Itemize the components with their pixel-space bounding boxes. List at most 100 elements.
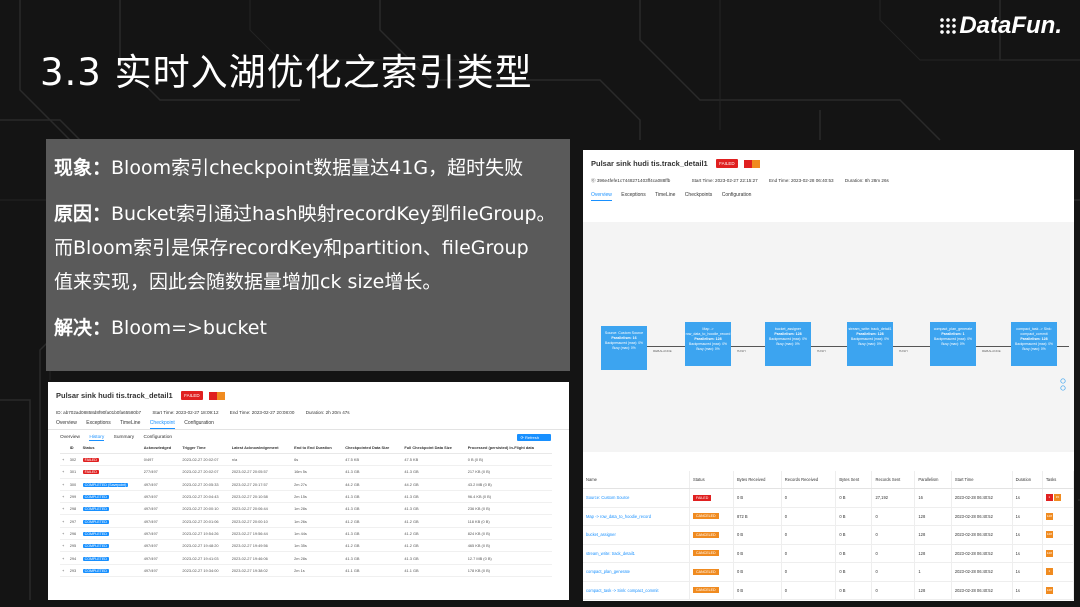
vertex-row[interactable]: compact_task -> Sink: compact_commit CANC… [583, 581, 1074, 600]
graph-node[interactable]: compact_plan_generate Parallelism: 1 Backp… [930, 322, 976, 366]
vertex-name-link[interactable]: compact_task -> Sink: compact_commit [583, 581, 691, 600]
table-cell: 872 B [733, 507, 782, 526]
expand-icon[interactable]: + [60, 490, 68, 504]
vertex-row[interactable]: Source: Custom Source FAILED 0 B00 B 27,192… [583, 488, 1074, 508]
table-cell: 2023-02-27 19:54:26 [180, 527, 230, 541]
vertex-table: Name Status Bytes Received Records Received… [583, 471, 1074, 600]
subtab-summary[interactable]: Summary [114, 435, 135, 440]
checkpoint-row[interactable]: +302 FAILED 0/497 2023-02-27 20:02:07 n/a 6s 4… [60, 453, 552, 467]
checkpoint-row[interactable]: +297 COMPLETED 497/497 2023-02-27 20:01:06 2… [60, 514, 552, 528]
graph-node[interactable]: Source: Custom Source Parallelism: 16 Back… [601, 326, 647, 370]
subtab-overview[interactable]: Overview [60, 435, 80, 440]
tab-overview[interactable]: Overview [591, 192, 612, 201]
column-header: Latest Acknowledgement [229, 442, 293, 454]
task-failed-square [744, 159, 753, 168]
table-cell: 293 [67, 564, 81, 577]
vertex-name-link[interactable]: bucket_assigner [583, 525, 691, 545]
tab-checkpoint[interactable]: Checkpoint [149, 420, 175, 429]
vertex-name-link[interactable]: Source: Custom Source [583, 488, 691, 508]
graph-edge [976, 346, 1011, 347]
status-badge: FAILED [693, 494, 712, 501]
graph-node[interactable]: bucket_assigner Parallelism: 128 Backpress… [765, 322, 811, 366]
column-header[interactable]: Bytes Sent [835, 471, 873, 489]
expand-icon[interactable]: + [60, 478, 68, 491]
expand-icon[interactable]: + [60, 465, 68, 479]
table-cell: 41.3 GB [343, 527, 403, 541]
column-header[interactable]: Duration [1012, 471, 1043, 489]
tab-overview[interactable]: Overview [56, 420, 77, 428]
checkpoint-row[interactable]: +300 COMPLETED (Savepoint) 497/497 2023-02-… [60, 478, 552, 491]
table-cell: 0 B [835, 488, 873, 508]
graph-node[interactable]: compact_task -> Sink: compact_commit Para… [1011, 322, 1057, 366]
column-header[interactable]: Tasks [1042, 471, 1074, 489]
column-header[interactable]: Name [583, 471, 691, 489]
checkpoint-row[interactable]: +301 FAILED 277/497 2023-02-27 20:02:07 2023… [60, 465, 552, 479]
vertex-name-link[interactable]: compact_plan_generate [583, 562, 691, 582]
refresh-button[interactable]: ⟳ Refresh [516, 434, 551, 441]
column-header[interactable]: Status [689, 471, 734, 489]
job-tabs: Overview Exceptions TimeLine Checkpoint … [48, 415, 569, 430]
expand-icon[interactable]: + [60, 502, 68, 516]
status-badge: COMPLETED [82, 507, 109, 512]
column-header[interactable]: Start Time [951, 471, 1013, 489]
checkpoint-row[interactable]: +295 COMPLETED 497/497 2023-02-27 19:48:20 2… [60, 539, 552, 553]
status-badge: FAILED [82, 458, 99, 463]
table-cell: 300 [67, 478, 81, 491]
tasks-cell: 128 [1042, 581, 1074, 600]
table-cell: 2023-02-28 06:40:52 [951, 562, 1013, 582]
expand-icon[interactable]: + [60, 551, 68, 565]
vertex-row[interactable]: compact_plan_generate CANCELED 0 B00 B 0 1 20… [583, 562, 1074, 582]
task-count-badge: 1 [1045, 568, 1053, 576]
vertex-name-link[interactable]: Map -> row_data_to_hoodie_record [583, 507, 691, 526]
status-badge: CANCELED [693, 550, 719, 557]
vertex-name-link[interactable]: stream_write: track_detail1 [583, 544, 691, 563]
table-cell: 41.2 GB [402, 514, 466, 528]
table-cell: 2023-02-27 20:06:44 [229, 502, 293, 516]
graph-node[interactable]: Map -> row_data_to_hoodie_record Parallel… [685, 322, 731, 366]
subtab-history[interactable]: History [89, 435, 105, 441]
expand-icon[interactable]: + [60, 527, 68, 541]
expand-icon[interactable]: + [60, 564, 68, 577]
graph-edge [731, 346, 765, 347]
table-cell: 1s [1012, 581, 1043, 600]
vertex-row[interactable]: bucket_assigner CANCELED 0 B00 B 0 128 2023-0… [583, 525, 1074, 545]
logo-dots-icon [939, 17, 958, 35]
column-header[interactable]: Records Sent [871, 471, 916, 489]
tab-exceptions[interactable]: Exceptions [86, 420, 110, 428]
expand-icon[interactable]: + [60, 453, 68, 467]
expand-icon[interactable]: + [60, 514, 68, 528]
tab-checkpoints[interactable]: Checkpoints [685, 192, 713, 200]
column-header: Status [80, 442, 142, 454]
checkpoint-row[interactable]: +294 COMPLETED 497/497 2023-02-27 19:41:03 2… [60, 551, 552, 565]
tab-configuration[interactable]: Configuration [722, 192, 752, 200]
table-cell: 16m 5s [292, 465, 344, 479]
table-cell: 2023-02-27 19:38:02 [229, 564, 293, 577]
table-cell: 44.2 GB [343, 478, 403, 491]
expand-icon[interactable]: + [60, 539, 68, 553]
column-header[interactable]: Records Received [781, 471, 837, 489]
task-canceled-square [217, 391, 226, 400]
tab-timeline[interactable]: TimeLine [655, 192, 675, 200]
tab-exceptions[interactable]: Exceptions [621, 192, 645, 200]
job-tabs: Overview Exceptions TimeLine Checkpoints… [583, 187, 1074, 201]
checkpoint-row[interactable]: +296 COMPLETED 497/497 2023-02-27 19:54:26 2… [60, 527, 552, 541]
checkpoint-row[interactable]: +299 COMPLETED 497/497 2023-02-27 20:04:43 2… [60, 490, 552, 504]
table-cell: 0 [781, 581, 837, 600]
column-header[interactable]: Bytes Received [733, 471, 782, 489]
checkpoint-row[interactable]: +298 COMPLETED 497/497 2023-02-27 20:00:10 2… [60, 502, 552, 516]
status-badge: COMPLETED [82, 531, 109, 536]
checkpoint-row[interactable]: +293 COMPLETED 497/497 2023-02-27 19:34:00 2… [60, 564, 552, 577]
tab-timeline[interactable]: TimeLine [120, 420, 140, 428]
table-cell: 41.2 GB [343, 514, 403, 528]
job-start-time: Start Time: 2023-02-27 18:09:12 [152, 410, 219, 415]
table-cell: 497/497 [141, 551, 181, 565]
job-graph[interactable]: Source: Custom Source Parallelism: 16 Back… [583, 222, 1074, 452]
column-header[interactable]: Parallelism [914, 471, 952, 489]
table-cell: 41.1 GB [343, 564, 403, 577]
tab-configuration[interactable]: Configuration [184, 420, 214, 428]
table-cell: 47.5 KB [343, 453, 403, 467]
subtab-configuration[interactable]: Configuration [144, 435, 173, 440]
vertex-row[interactable]: stream_write: track_detail1 CANCELED 0 B00… [583, 544, 1074, 563]
vertex-row[interactable]: Map -> row_data_to_hoodie_record CANCELED… [583, 507, 1074, 526]
graph-node[interactable]: stream_write: track_detail1 Parallelism: … [847, 322, 893, 366]
